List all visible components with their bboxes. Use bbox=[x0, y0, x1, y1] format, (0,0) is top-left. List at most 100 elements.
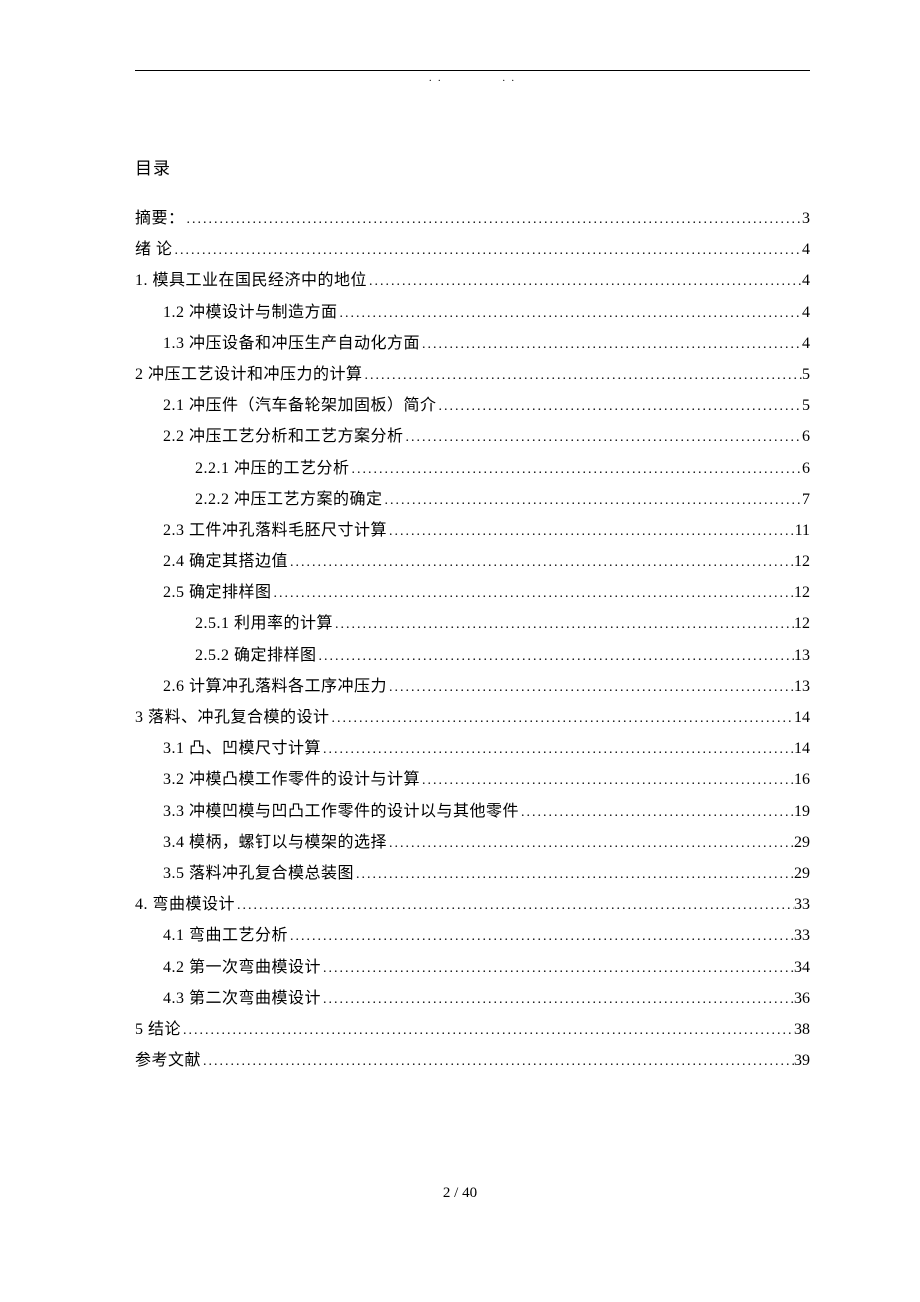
toc-entry-page: 13 bbox=[794, 640, 810, 671]
toc-entry-page: 4 bbox=[802, 297, 810, 328]
toc-entry-label: 3.4 模柄，螺钉以与模架的选择 bbox=[163, 827, 387, 858]
toc-entry-page: 5 bbox=[802, 359, 810, 390]
toc-entry-page: 33 bbox=[794, 920, 810, 951]
toc-dot-leader bbox=[321, 736, 794, 763]
toc-entry-page: 4 bbox=[802, 328, 810, 359]
toc-dot-leader bbox=[201, 1048, 794, 1075]
toc-dot-leader bbox=[350, 456, 802, 483]
toc-entry-label: 3.3 冲模凹模与凹凸工作零件的设计以与其他零件 bbox=[163, 796, 519, 827]
toc-entry-label: 3.1 凸、凹模尺寸计算 bbox=[163, 733, 321, 764]
toc-entry-page: 16 bbox=[794, 764, 810, 795]
toc-entry-label: 5 结论 bbox=[135, 1014, 181, 1045]
toc-dot-leader bbox=[330, 705, 794, 732]
toc-entry-page: 7 bbox=[802, 484, 810, 515]
toc-entry-label: 参考文献 bbox=[135, 1045, 201, 1076]
header-mark-left: . . bbox=[429, 73, 443, 84]
toc-entry-page: 38 bbox=[794, 1014, 810, 1045]
toc-entry-label: 1.3 冲压设备和冲压生产自动化方面 bbox=[163, 328, 420, 359]
toc-entry: 2.2.2 冲压工艺方案的确定 7 bbox=[135, 484, 810, 515]
toc-entry-page: 33 bbox=[794, 889, 810, 920]
toc-entry: 绪 论4 bbox=[135, 234, 810, 265]
toc-entry: 2.4 确定其搭边值 12 bbox=[135, 546, 810, 577]
toc-dot-leader bbox=[185, 206, 802, 233]
toc-entry-page: 12 bbox=[794, 608, 810, 639]
toc-entry: 2.2 冲压工艺分析和工艺方案分析6 bbox=[135, 421, 810, 452]
toc-entry-page: 12 bbox=[794, 577, 810, 608]
toc-entry: 5 结论 38 bbox=[135, 1014, 810, 1045]
toc-entry-label: 2 冲压工艺设计和冲压力的计算 bbox=[135, 359, 363, 390]
toc-entry-label: 3 落料、冲孔复合模的设计 bbox=[135, 702, 330, 733]
toc-title: 目录 bbox=[135, 154, 810, 179]
toc-entry: 3.5 落料冲孔复合模总装图29 bbox=[135, 858, 810, 889]
toc-dot-leader bbox=[317, 643, 794, 670]
toc-entry: 2.1 冲压件（汽车备轮架加固板）简介 5 bbox=[135, 390, 810, 421]
toc-dot-leader bbox=[519, 799, 794, 826]
toc-entry: 2.6 计算冲孔落料各工序冲压力13 bbox=[135, 671, 810, 702]
toc-dot-leader bbox=[387, 830, 794, 857]
toc-entry-page: 12 bbox=[794, 546, 810, 577]
toc-dot-leader bbox=[387, 674, 794, 701]
toc-entry: 3.4 模柄，螺钉以与模架的选择 29 bbox=[135, 827, 810, 858]
toc-entry-page: 34 bbox=[794, 952, 810, 983]
toc-entry: 1. 模具工业在国民经济中的地位4 bbox=[135, 265, 810, 296]
header-rule bbox=[135, 70, 810, 71]
toc-entry-label: 2.1 冲压件（汽车备轮架加固板）简介 bbox=[163, 390, 437, 421]
toc-dot-leader bbox=[338, 300, 802, 327]
toc-entry-label: 2.4 确定其搭边值 bbox=[163, 546, 288, 577]
toc-entry-label: 2.5.2 确定排样图 bbox=[195, 640, 317, 671]
toc-entry-page: 5 bbox=[802, 390, 810, 421]
toc-entry: 4. 弯曲模设计 33 bbox=[135, 889, 810, 920]
toc-dot-leader bbox=[437, 393, 802, 420]
toc-dot-leader bbox=[288, 549, 794, 576]
toc-entry-label: 4. 弯曲模设计 bbox=[135, 889, 235, 920]
toc-entry-page: 29 bbox=[794, 827, 810, 858]
toc-entry: 2.5.1 利用率的计算12 bbox=[135, 608, 810, 639]
toc-dot-leader bbox=[420, 331, 802, 358]
toc-entry-label: 绪 论 bbox=[135, 234, 173, 265]
header-dots: . . . . bbox=[135, 73, 810, 84]
toc-dot-leader bbox=[404, 424, 802, 451]
toc-entry: 4.2 第一次弯曲模设计 34 bbox=[135, 952, 810, 983]
toc-entry-label: 摘要： bbox=[135, 203, 185, 234]
toc-dot-leader bbox=[288, 923, 794, 950]
toc-dot-leader bbox=[235, 892, 794, 919]
toc-entry: 3.2 冲模凸模工作零件的设计与计算 16 bbox=[135, 764, 810, 795]
toc-dot-leader bbox=[383, 487, 802, 514]
toc-entry: 摘要： 3 bbox=[135, 203, 810, 234]
toc-dot-leader bbox=[321, 986, 794, 1013]
toc-entry: 4.3 第二次弯曲模设计 36 bbox=[135, 983, 810, 1014]
toc-entry-page: 39 bbox=[794, 1045, 810, 1076]
toc-entry-page: 6 bbox=[802, 453, 810, 484]
toc-entry-page: 19 bbox=[794, 796, 810, 827]
toc-entry-page: 4 bbox=[802, 265, 810, 296]
toc-entry: 3.1 凸、凹模尺寸计算 14 bbox=[135, 733, 810, 764]
toc-dot-leader bbox=[387, 518, 795, 545]
toc-entry-label: 2.3 工件冲孔落料毛胚尺寸计算 bbox=[163, 515, 387, 546]
toc-entry-page: 3 bbox=[802, 203, 810, 234]
toc-list: 摘要：3绪 论41. 模具工业在国民经济中的地位41.2 冲模设计与制造方面41… bbox=[135, 203, 810, 1076]
toc-entry-label: 2.2.1 冲压的工艺分析 bbox=[195, 453, 350, 484]
toc-dot-leader bbox=[367, 268, 802, 295]
header-mark-right: . . bbox=[503, 73, 517, 84]
toc-dot-leader bbox=[181, 1017, 794, 1044]
toc-entry: 4.1 弯曲工艺分析33 bbox=[135, 920, 810, 951]
toc-entry: 1.2 冲模设计与制造方面4 bbox=[135, 297, 810, 328]
page-number: 2 / 40 bbox=[0, 1185, 920, 1202]
toc-entry-label: 3.2 冲模凸模工作零件的设计与计算 bbox=[163, 764, 420, 795]
toc-dot-leader bbox=[333, 611, 794, 638]
toc-entry-label: 4.3 第二次弯曲模设计 bbox=[163, 983, 321, 1014]
toc-entry: 2 冲压工艺设计和冲压力的计算 5 bbox=[135, 359, 810, 390]
toc-entry-page: 14 bbox=[794, 733, 810, 764]
toc-entry: 2.5.2 确定排样图 13 bbox=[135, 640, 810, 671]
toc-dot-leader bbox=[173, 237, 802, 264]
toc-entry-label: 2.6 计算冲孔落料各工序冲压力 bbox=[163, 671, 387, 702]
toc-dot-leader bbox=[363, 362, 802, 389]
toc-entry-page: 11 bbox=[795, 515, 810, 546]
toc-entry-page: 6 bbox=[802, 421, 810, 452]
toc-entry-label: 4.2 第一次弯曲模设计 bbox=[163, 952, 321, 983]
toc-entry: 3 落料、冲孔复合模的设计14 bbox=[135, 702, 810, 733]
toc-entry-label: 2.2.2 冲压工艺方案的确定 bbox=[195, 484, 383, 515]
toc-entry-page: 36 bbox=[794, 983, 810, 1014]
toc-entry: 3.3 冲模凹模与凹凸工作零件的设计以与其他零件 19 bbox=[135, 796, 810, 827]
toc-entry: 2.5 确定排样图12 bbox=[135, 577, 810, 608]
